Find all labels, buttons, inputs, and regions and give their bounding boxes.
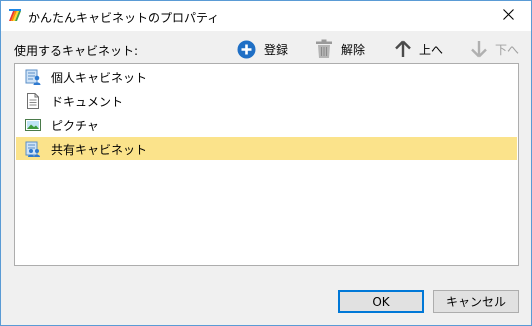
move-up-label: 上へ bbox=[419, 42, 444, 57]
move-down-button[interactable]: 下へ bbox=[471, 37, 519, 61]
picture-icon bbox=[25, 117, 41, 133]
list-item-label: 個人キャビネット bbox=[51, 71, 148, 85]
list-item-label: ドキュメント bbox=[51, 95, 124, 109]
close-button[interactable] bbox=[485, 1, 531, 31]
move-down-label: 下へ bbox=[495, 42, 520, 57]
remove-label: 解除 bbox=[341, 42, 366, 57]
title-bar: かんたんキャビネットのプロパティ bbox=[1, 1, 531, 31]
personal-cabinet-icon bbox=[25, 69, 41, 85]
move-up-button[interactable]: 上へ bbox=[395, 37, 443, 61]
document-icon bbox=[25, 93, 41, 109]
list-item[interactable]: 共有キャビネット bbox=[16, 137, 517, 160]
list-item[interactable]: 個人キャビネット bbox=[16, 65, 517, 88]
cancel-button[interactable]: キャンセル bbox=[433, 290, 519, 313]
remove-button[interactable]: 解除 bbox=[315, 37, 365, 61]
plus-circle-icon bbox=[237, 40, 256, 59]
close-icon bbox=[502, 9, 514, 23]
window-title: かんたんキャビネットのプロパティ bbox=[28, 11, 220, 25]
list-item-label: ピクチャ bbox=[51, 119, 99, 133]
cabinet-list[interactable]: 個人キャビネット ドキュメント ピクチャ 共有キャビネット bbox=[14, 63, 519, 266]
list-item[interactable]: ドキュメント bbox=[16, 89, 517, 112]
add-label: 登録 bbox=[264, 42, 289, 57]
arrow-down-icon bbox=[471, 40, 487, 58]
list-item-label: 共有キャビネット bbox=[51, 143, 148, 157]
shared-cabinet-icon bbox=[25, 141, 41, 157]
list-item[interactable]: ピクチャ bbox=[16, 113, 517, 136]
arrow-up-icon bbox=[395, 40, 411, 58]
cabinets-label: 使用するキャビネット: bbox=[14, 44, 139, 58]
ok-button[interactable]: OK bbox=[338, 290, 424, 313]
add-button[interactable]: 登録 bbox=[237, 37, 288, 61]
properties-dialog: かんたんキャビネットのプロパティ 使用するキャビネット: 登録 解除 上へ 下へ… bbox=[0, 0, 532, 326]
rainbow-app-icon bbox=[7, 7, 23, 23]
trash-icon bbox=[315, 39, 333, 59]
